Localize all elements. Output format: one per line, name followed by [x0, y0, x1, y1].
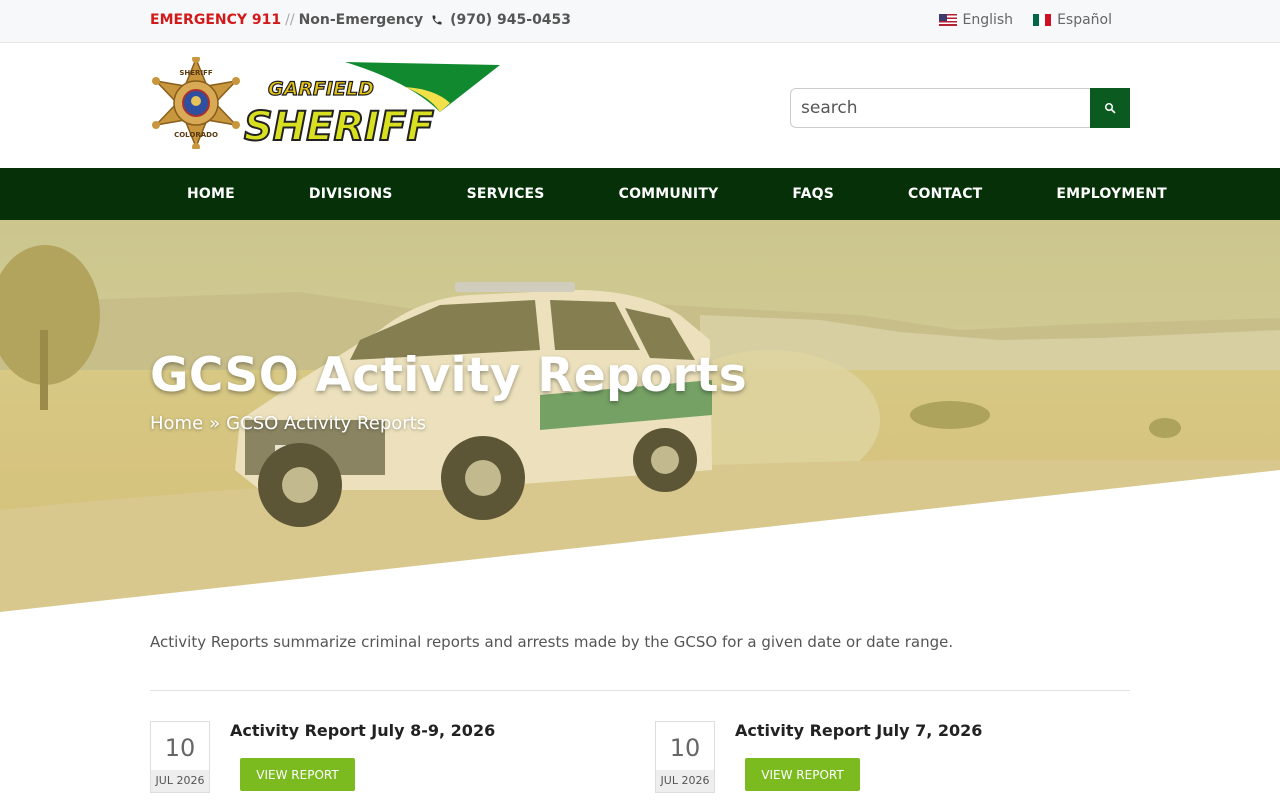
nav-home[interactable]: HOME — [150, 186, 272, 202]
lang-english[interactable]: English — [938, 12, 1014, 28]
logo-word-garfield: GARFIELD — [268, 78, 374, 100]
site-header: SHERIFF COLORADO GARFIELD SHERIFF — [0, 43, 1280, 168]
divider — [150, 690, 1130, 691]
logo-word-sheriff: SHERIFF — [244, 104, 434, 149]
search-button[interactable] — [1090, 88, 1130, 128]
nav-divisions[interactable]: DIVISIONS — [272, 186, 430, 202]
top-bar: EMERGENCY 911 // Non-Emergency (970) 945… — [0, 0, 1280, 43]
breadcrumb-current: GCSO Activity Reports — [226, 413, 427, 434]
page-title: GCSO Activity Reports — [150, 348, 748, 403]
lang-espanol-label: Español — [1057, 12, 1112, 28]
breadcrumb-home[interactable]: Home — [150, 413, 203, 434]
badge-top-text: SHERIFF — [179, 69, 212, 77]
main-nav: HOME DIVISIONS SERVICES COMMUNITY FAQS C… — [0, 168, 1280, 220]
non-emergency-label: Non-Emergency — [298, 12, 424, 28]
hero-banner: GCSO Activity Reports Home » GCSO Activi… — [0, 220, 1280, 612]
intro-text: Activity Reports summarize criminal repo… — [150, 633, 954, 651]
nav-community[interactable]: COMMUNITY — [582, 186, 756, 202]
report-title[interactable]: Activity Report July 7, 2026 — [735, 721, 982, 740]
date-badge: 10 JUL 2026 — [655, 721, 715, 793]
emergency-label: EMERGENCY 911 — [150, 12, 282, 28]
search-input[interactable] — [790, 88, 1090, 128]
emergency-info: EMERGENCY 911 // Non-Emergency (970) 945… — [150, 12, 571, 28]
lang-english-label: English — [962, 12, 1014, 28]
date-month: JUL 2026 — [151, 770, 209, 792]
date-badge: 10 JUL 2026 — [150, 721, 210, 793]
us-flag-icon — [938, 14, 957, 26]
phone-number[interactable]: (970) 945-0453 — [450, 12, 571, 28]
mexico-flag-icon — [1033, 14, 1052, 26]
lang-espanol[interactable]: Español — [1033, 12, 1112, 28]
garfield-sheriff-logo[interactable]: SHERIFF COLORADO GARFIELD SHERIFF — [150, 57, 500, 149]
view-report-button[interactable]: VIEW REPORT — [240, 758, 355, 791]
nav-contact[interactable]: CONTACT — [871, 186, 1019, 202]
nav-employment[interactable]: EMPLOYMENT — [1019, 186, 1203, 202]
report-title[interactable]: Activity Report July 8-9, 2026 — [230, 721, 495, 740]
phone-icon — [432, 15, 442, 25]
nav-faqs[interactable]: FAQS — [755, 186, 871, 202]
date-month: JUL 2026 — [656, 770, 714, 792]
breadcrumb: Home » GCSO Activity Reports — [150, 413, 426, 434]
badge-bottom-text: COLORADO — [174, 131, 218, 139]
breadcrumb-separator: » — [209, 413, 221, 434]
date-day: 10 — [669, 734, 701, 762]
separator: // — [285, 12, 295, 28]
view-report-button[interactable]: VIEW REPORT — [745, 758, 860, 791]
date-day: 10 — [164, 734, 196, 762]
language-switcher: English Español — [938, 12, 1112, 28]
search-bar — [790, 88, 1130, 128]
nav-services[interactable]: SERVICES — [430, 186, 582, 202]
search-icon — [1105, 103, 1116, 114]
